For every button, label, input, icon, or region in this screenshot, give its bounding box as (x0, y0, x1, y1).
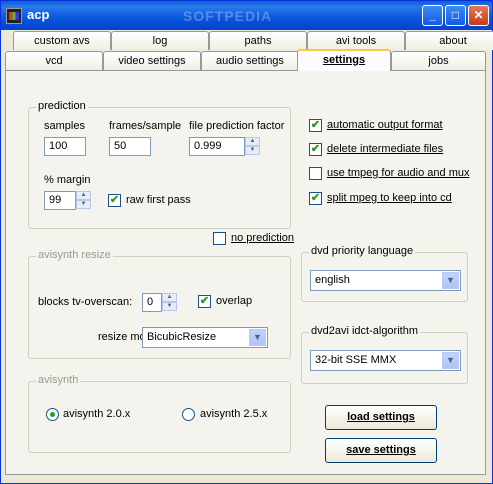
window-title: acp (27, 7, 50, 22)
prediction-legend: prediction (36, 100, 88, 112)
factor-spinner[interactable]: ▲ ▼ (245, 137, 260, 156)
use-tmpeg-checkbox[interactable] (309, 167, 322, 180)
settings-panel: prediction samples 100 frames/sample 50 … (5, 70, 486, 475)
spin-up-icon[interactable]: ▲ (76, 191, 91, 200)
app-icon (6, 8, 22, 24)
factor-label: file prediction factor (189, 120, 285, 132)
chevron-down-icon[interactable]: ▼ (249, 329, 266, 346)
avisynth-resize-group: avisynth resize blocks tv-overscan: 0 ▲ ▼… (28, 249, 291, 359)
dvd2avi-select[interactable]: 32-bit SSE MMX ▼ (310, 350, 461, 371)
dvd2avi-value: 32-bit SSE MMX (315, 354, 397, 366)
avisynth-25-label: avisynth 2.5.x (200, 408, 268, 420)
tab-custom-avs[interactable]: custom avs (13, 31, 111, 50)
minimize-icon[interactable]: _ (422, 5, 443, 26)
factor-input[interactable]: 0.999 (189, 137, 245, 156)
tab-log[interactable]: log (111, 31, 209, 50)
split-mpeg-checkbox[interactable]: ✔ (309, 192, 322, 205)
raw-first-pass-label: raw first pass (126, 194, 191, 206)
overscan-input[interactable]: 0 (142, 293, 162, 312)
no-prediction-checkbox[interactable] (213, 232, 226, 245)
frames-label: frames/sample (109, 120, 182, 132)
dvd-priority-group: dvd priority language english ▼ (301, 245, 468, 302)
chevron-down-icon[interactable]: ▼ (442, 352, 459, 369)
raw-first-pass-checkbox[interactable]: ✔ (108, 194, 121, 207)
maximize-icon[interactable]: □ (445, 5, 466, 26)
dvd-priority-legend: dvd priority language (309, 245, 416, 257)
resize-mode-value: BicubicResize (147, 331, 217, 343)
use-tmpeg-label: use tmpeg for audio and mux (327, 167, 470, 179)
split-mpeg-label: split mpeg to keep into cd (327, 192, 452, 204)
app-window: acp SOFTPEDIA _ □ ✕ custom avs log paths… (0, 0, 493, 484)
spin-up-icon[interactable]: ▲ (245, 137, 260, 146)
watermark-text: SOFTPEDIA (183, 8, 273, 24)
delete-intermediate-checkbox[interactable]: ✔ (309, 143, 322, 156)
auto-output-format-label: automatic output format (327, 119, 443, 131)
avisynth-20-label: avisynth 2.0.x (63, 408, 131, 420)
tab-audio-settings[interactable]: audio settings (201, 51, 299, 70)
load-settings-button[interactable]: load settings (325, 405, 437, 430)
avisynth-group: avisynth avisynth 2.0.x avisynth 2.5.x (28, 374, 291, 453)
title-bar[interactable]: acp SOFTPEDIA _ □ ✕ (1, 1, 492, 30)
dvd-priority-value: english (315, 274, 350, 286)
dvd2avi-legend: dvd2avi idct-algorithm (309, 325, 420, 337)
overscan-label: blocks tv-overscan: (38, 296, 133, 308)
avisynth-25-radio[interactable] (182, 408, 195, 421)
dvd-priority-select[interactable]: english ▼ (310, 270, 461, 291)
spin-up-icon[interactable]: ▲ (162, 293, 177, 302)
spin-down-icon[interactable]: ▼ (76, 200, 91, 209)
margin-label: % margin (44, 174, 91, 186)
save-settings-button[interactable]: save settings (325, 438, 437, 463)
spin-down-icon[interactable]: ▼ (162, 302, 177, 311)
no-prediction-label: no prediction (231, 232, 294, 244)
overscan-spinner[interactable]: ▲ ▼ (162, 293, 177, 312)
delete-intermediate-label: delete intermediate files (327, 143, 444, 155)
overlap-checkbox[interactable]: ✔ (198, 295, 211, 308)
samples-label: samples (44, 120, 85, 132)
auto-output-format-checkbox[interactable]: ✔ (309, 119, 322, 132)
tab-avi-tools[interactable]: avi tools (307, 31, 405, 50)
resize-mode-select[interactable]: BicubicResize ▼ (142, 327, 268, 348)
frames-input[interactable]: 50 (109, 137, 151, 156)
margin-input[interactable]: 99 (44, 191, 76, 210)
tab-jobs[interactable]: jobs (391, 51, 486, 70)
tab-video-settings[interactable]: video settings (103, 51, 201, 70)
spin-down-icon[interactable]: ▼ (245, 146, 260, 155)
dvd2avi-group: dvd2avi idct-algorithm 32-bit SSE MMX ▼ (301, 325, 468, 384)
avisynth-20-radio[interactable] (46, 408, 59, 421)
tab-vcd[interactable]: vcd (5, 51, 103, 70)
samples-input[interactable]: 100 (44, 137, 86, 156)
avisynth-resize-legend: avisynth resize (36, 249, 113, 261)
tab-about[interactable]: about (405, 31, 493, 50)
overlap-label: overlap (216, 295, 253, 307)
avisynth-legend: avisynth (36, 374, 81, 386)
prediction-group: prediction samples 100 frames/sample 50 … (28, 100, 291, 229)
chevron-down-icon[interactable]: ▼ (442, 272, 459, 289)
margin-spinner[interactable]: ▲ ▼ (76, 191, 91, 210)
tab-settings[interactable]: settings (297, 49, 391, 71)
close-icon[interactable]: ✕ (468, 5, 489, 26)
tab-paths[interactable]: paths (209, 31, 307, 50)
